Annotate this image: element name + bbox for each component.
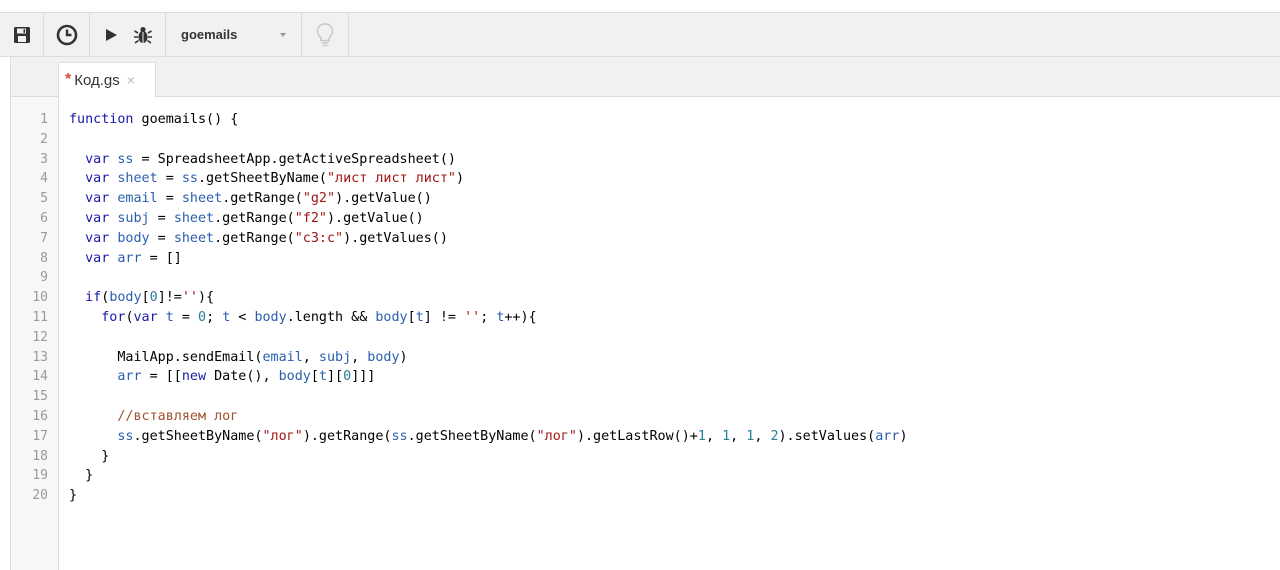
run-button[interactable] xyxy=(98,13,124,56)
code-line[interactable]: var subj = sheet.getRange("f2").getValue… xyxy=(69,209,424,229)
lightbulb-icon xyxy=(316,22,334,46)
line-number: 18 xyxy=(32,448,48,464)
line-number: 3 xyxy=(40,151,48,167)
line-number: 12 xyxy=(32,329,48,345)
debug-button[interactable] xyxy=(128,13,158,56)
function-select[interactable]: goemails xyxy=(166,13,300,56)
line-number: 19 xyxy=(32,468,48,484)
code-line[interactable]: MailApp.sendEmail(email, subj, body) xyxy=(69,348,407,368)
line-number: 2 xyxy=(40,131,48,147)
line-number: 8 xyxy=(40,250,48,266)
code-line[interactable]: } xyxy=(69,486,77,506)
close-icon[interactable]: × xyxy=(127,72,135,88)
line-number: 11 xyxy=(32,310,48,325)
toolbar-divider xyxy=(89,13,90,56)
code-line[interactable]: //вставляем лог xyxy=(69,407,238,427)
line-number: 15 xyxy=(32,389,48,405)
floppy-disk-icon xyxy=(13,26,30,43)
file-tabs-bar: * Код.gs × xyxy=(10,57,1280,97)
hint-button[interactable] xyxy=(302,13,348,56)
window-top-strip xyxy=(0,0,1280,12)
triggers-button[interactable] xyxy=(44,13,89,56)
code-line[interactable]: var body = sheet.getRange("c3:c").getVal… xyxy=(69,229,448,249)
play-icon xyxy=(106,28,117,41)
code-line[interactable]: var email = sheet.getRange("g2").getValu… xyxy=(69,189,432,209)
code-line[interactable]: function goemails() { xyxy=(69,110,238,130)
code-line[interactable]: for(var t = 0; t < body.length && body[t… xyxy=(69,308,536,328)
toolbar: goemails xyxy=(0,12,1280,57)
line-number: 6 xyxy=(40,211,48,226)
chevron-down-icon xyxy=(280,33,286,37)
modified-marker-icon: * xyxy=(65,71,72,88)
line-number: 17 xyxy=(32,428,48,444)
code-line[interactable]: } xyxy=(69,447,109,467)
line-number: 1 xyxy=(40,112,48,127)
tab-label: Код.gs xyxy=(74,71,120,89)
line-number-gutter: 1 2 3 4 5 6 7 8 9 10 11 12 13 14 15 16 17 18 19 20 xyxy=(11,97,59,570)
save-button[interactable] xyxy=(0,13,43,56)
line-number: 7 xyxy=(40,230,48,246)
code-line[interactable]: arr = [[new Date(), body[t][0]]] xyxy=(69,367,375,387)
bug-icon xyxy=(134,26,152,44)
code-line[interactable]: } xyxy=(69,466,93,486)
line-number: 10 xyxy=(32,290,48,306)
code-line[interactable]: if(body[0]!=''){ xyxy=(69,288,214,308)
line-number: 5 xyxy=(40,191,48,207)
code-line[interactable]: var ss = SpreadsheetApp.getActiveSpreads… xyxy=(69,150,456,170)
function-select-value: goemails xyxy=(181,27,238,42)
left-margin xyxy=(0,57,10,570)
line-number: 4 xyxy=(40,171,48,187)
line-number: 16 xyxy=(32,409,48,424)
line-number: 13 xyxy=(32,349,48,365)
toolbar-divider xyxy=(348,13,349,56)
code-line[interactable]: ss.getSheetByName("лог").getRange(ss.get… xyxy=(69,427,907,447)
code-line[interactable]: var sheet = ss.getSheetByName("лист лист… xyxy=(69,169,464,189)
tab-code-gs[interactable]: * Код.gs × xyxy=(58,62,156,97)
code-line[interactable]: var arr = [] xyxy=(69,249,182,269)
clock-icon xyxy=(56,24,77,45)
line-number: 14 xyxy=(32,369,48,385)
line-number: 9 xyxy=(40,270,48,286)
code-editor[interactable]: 1 2 3 4 5 6 7 8 9 10 11 12 13 14 15 16 17 18 19 20 function… xyxy=(10,97,1280,570)
line-number: 20 xyxy=(32,488,48,504)
